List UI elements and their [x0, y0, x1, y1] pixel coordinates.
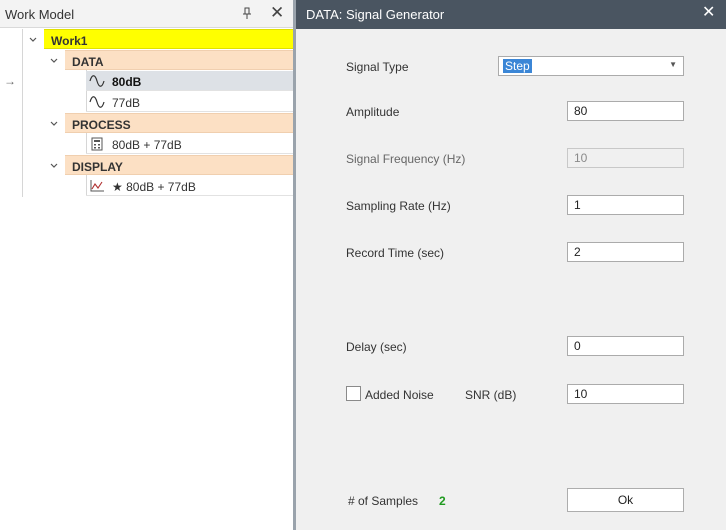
tree-root-label: Work1: [51, 34, 88, 48]
tree-category-process[interactable]: PROCESS: [65, 113, 293, 133]
work-model-title: Work Model: [5, 7, 75, 22]
sine-wave-icon: [89, 96, 105, 108]
tree-item-label: ★ 80dB + 77dB: [112, 180, 196, 194]
snr-label: SNR (dB): [465, 388, 517, 402]
signal-frequency-label: Signal Frequency (Hz): [346, 152, 466, 166]
close-icon[interactable]: ✕: [702, 4, 715, 22]
tree-root-work1[interactable]: Work1: [44, 29, 293, 49]
tree-item-80db[interactable]: 80dB: [86, 71, 293, 91]
tree-category-data[interactable]: DATA: [65, 50, 293, 70]
record-time-input[interactable]: [567, 242, 684, 262]
sampling-rate-label: Sampling Rate (Hz): [346, 199, 451, 213]
added-noise-checkbox[interactable]: [346, 386, 361, 401]
signal-type-label: Signal Type: [346, 60, 409, 74]
ok-button[interactable]: Ok: [567, 488, 684, 512]
dialog-title: DATA: Signal Generator: [306, 7, 445, 22]
tree-item-process-sum[interactable]: 80dB + 77dB: [86, 134, 293, 154]
category-label: DATA: [72, 55, 104, 69]
current-item-indicator: →: [4, 74, 16, 88]
close-icon[interactable]: ✕: [270, 4, 284, 22]
signal-type-value: Step: [503, 59, 532, 73]
chevron-down-icon[interactable]: [28, 35, 38, 45]
dialog-header: DATA: Signal Generator ✕: [296, 0, 726, 29]
delay-input[interactable]: [567, 336, 684, 356]
signal-generator-dialog: DATA: Signal Generator ✕ Signal Type Ste…: [296, 0, 726, 530]
pin-icon[interactable]: [240, 6, 254, 20]
added-noise-label: Added Noise: [365, 388, 434, 402]
chevron-down-icon[interactable]: [49, 56, 59, 66]
amplitude-input[interactable]: [567, 101, 684, 121]
signal-type-select[interactable]: Step ▼: [498, 56, 684, 76]
samples-value: 2: [439, 494, 446, 508]
record-time-label: Record Time (sec): [346, 246, 445, 260]
samples-label: # of Samples: [348, 494, 419, 508]
tree-guide: [22, 29, 23, 197]
category-label: PROCESS: [72, 118, 131, 132]
work-model-panel: Work Model ✕ → Work1 DATA 80dB 77dB PROC…: [0, 0, 293, 530]
delay-label: Delay (sec): [346, 340, 407, 354]
chevron-down-icon[interactable]: ▼: [669, 60, 677, 69]
chevron-down-icon[interactable]: [49, 161, 59, 171]
tree-item-label: 80dB: [112, 75, 142, 89]
sine-wave-icon: [89, 75, 105, 87]
amplitude-label: Amplitude: [346, 105, 400, 119]
tree-item-display-sum[interactable]: ★ 80dB + 77dB: [86, 176, 293, 196]
tree-category-display[interactable]: DISPLAY: [65, 155, 293, 175]
category-label: DISPLAY: [72, 160, 123, 174]
tree-item-77db[interactable]: 77dB: [86, 92, 293, 112]
chart-icon: [90, 180, 104, 192]
calculator-icon: [91, 137, 103, 151]
work-model-header: Work Model ✕: [0, 0, 293, 28]
chevron-down-icon[interactable]: [49, 119, 59, 129]
snr-input[interactable]: [567, 384, 684, 404]
sampling-rate-input[interactable]: [567, 195, 684, 215]
signal-frequency-input: [567, 148, 684, 168]
tree-item-label: 77dB: [112, 96, 141, 110]
tree-item-label: 80dB + 77dB: [112, 138, 182, 152]
